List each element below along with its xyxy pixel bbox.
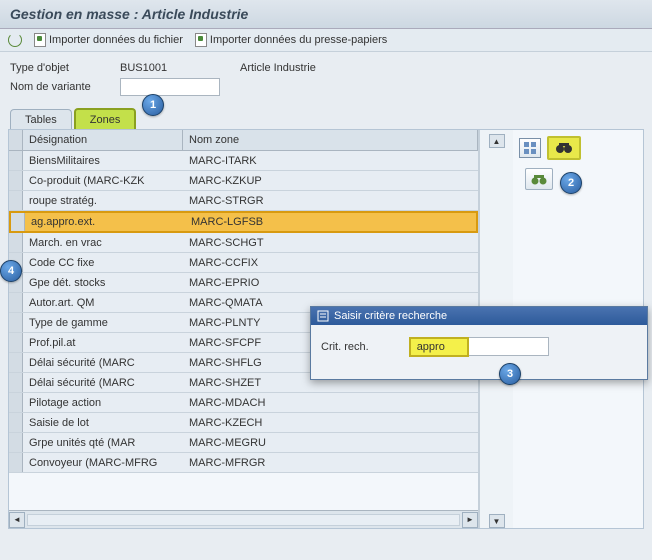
row-selector[interactable] [9, 151, 23, 170]
scroll-right-icon[interactable]: ► [462, 512, 478, 528]
toolbar: Importer données du fichier Importer don… [0, 29, 652, 52]
row-selector[interactable] [9, 393, 23, 412]
row-selector[interactable] [9, 191, 23, 210]
row-selector[interactable] [9, 233, 23, 252]
cell-zone: MARC-KZKUP [183, 173, 478, 189]
tab-tables[interactable]: Tables [10, 109, 72, 129]
cell-zone: MARC-SCHGT [183, 235, 478, 251]
cell-designation: Autor.art. QM [23, 295, 183, 311]
cell-designation: BiensMilitaires [23, 153, 183, 169]
h-scrollbar[interactable]: ◄ ► [9, 510, 478, 528]
cell-designation: March. en vrac [23, 235, 183, 251]
window-title: Gestion en masse : Article Industrie [0, 0, 652, 29]
refresh-button[interactable] [8, 33, 22, 47]
import-clipboard-button[interactable]: Importer données du presse-papiers [195, 33, 387, 47]
import-clipboard-label: Importer données du presse-papiers [210, 34, 387, 46]
row-selector[interactable] [9, 313, 23, 332]
cell-zone: MARC-MEGRU [183, 435, 478, 451]
cell-zone: MARC-MDACH [183, 395, 478, 411]
cell-designation: Grpe unités qté (MAR [23, 435, 183, 451]
object-type-label: Type d'objet [10, 62, 120, 74]
callout-3: 3 [499, 363, 521, 385]
grid-icon [524, 142, 536, 154]
dialog-title-bar: Saisir critère recherche [311, 307, 647, 325]
row-selector[interactable] [9, 373, 23, 392]
table-row[interactable]: Co-produit (MARC-KZKMARC-KZKUP [9, 171, 478, 191]
col-zone[interactable]: Nom zone [183, 130, 478, 150]
col-select[interactable] [9, 130, 23, 150]
callout-4: 4 [0, 260, 22, 282]
row-selector[interactable] [9, 171, 23, 190]
table-row[interactable]: Gpe dét. stocksMARC-EPRIO [9, 273, 478, 293]
cell-zone: MARC-LGFSB [185, 214, 476, 230]
cell-designation: Convoyeur (MARC-MFRG [23, 455, 183, 471]
cell-designation: ag.appro.ext. [25, 214, 185, 230]
binoculars-icon [531, 174, 547, 185]
refresh-icon [8, 33, 22, 47]
clipboard-icon [195, 33, 207, 47]
scroll-up-icon[interactable]: ▲ [489, 134, 505, 148]
cell-zone: MARC-KZECH [183, 415, 478, 431]
cell-designation: Co-produit (MARC-KZK [23, 173, 183, 189]
cell-designation: Délai sécurité (MARC [23, 355, 183, 371]
criteria-label: Crit. rech. [321, 341, 369, 353]
search-dialog: Saisir critère recherche Crit. rech. app… [310, 306, 648, 380]
cell-designation: Saisie de lot [23, 415, 183, 431]
cell-zone: MARC-STRGR [183, 193, 478, 209]
cell-designation: Code CC fixe [23, 255, 183, 271]
document-icon [34, 33, 46, 47]
cell-zone: MARC-MFRGR [183, 455, 478, 471]
cell-designation: Délai sécurité (MARC [23, 375, 183, 391]
callout-2: 2 [560, 172, 582, 194]
scroll-left-icon[interactable]: ◄ [9, 512, 25, 528]
table-row[interactable]: ag.appro.ext.MARC-LGFSB [9, 211, 478, 233]
row-selector[interactable] [9, 453, 23, 472]
criteria-input-extra[interactable] [469, 337, 549, 356]
table-row[interactable]: BiensMilitairesMARC-ITARK [9, 151, 478, 171]
import-file-button[interactable]: Importer données du fichier [34, 33, 183, 47]
row-selector[interactable] [9, 333, 23, 352]
row-selector[interactable] [9, 413, 23, 432]
cell-designation: Gpe dét. stocks [23, 275, 183, 291]
tab-zones[interactable]: Zones [74, 108, 137, 129]
form: Type d'objet BUS1001 Article Industrie N… [0, 52, 652, 102]
variant-input[interactable] [120, 78, 220, 96]
import-file-label: Importer données du fichier [49, 34, 183, 46]
search-dialog-icon [317, 310, 329, 322]
cell-designation: roupe stratég. [23, 193, 183, 209]
scroll-down-icon[interactable]: ▼ [489, 514, 505, 528]
row-selector[interactable] [9, 433, 23, 452]
row-selector[interactable] [9, 293, 23, 312]
grid-view-button[interactable] [519, 138, 541, 158]
table-row[interactable]: roupe stratég.MARC-STRGR [9, 191, 478, 211]
variant-label: Nom de variante [10, 81, 120, 93]
cell-designation: Type de gamme [23, 315, 183, 331]
table-row[interactable]: Grpe unités qté (MARMARC-MEGRU [9, 433, 478, 453]
row-selector[interactable] [9, 353, 23, 372]
dialog-title: Saisir critère recherche [334, 310, 447, 322]
table-row[interactable]: Saisie de lotMARC-KZECH [9, 413, 478, 433]
table-row[interactable]: Code CC fixeMARC-CCFIX [9, 253, 478, 273]
table-row[interactable]: Pilotage actionMARC-MDACH [9, 393, 478, 413]
search-next-button[interactable] [525, 168, 553, 190]
tabs: Tables Zones 1 [10, 108, 652, 129]
cell-zone: MARC-EPRIO [183, 275, 478, 291]
callout-1: 1 [142, 94, 164, 116]
row-selector[interactable] [11, 213, 25, 231]
object-type-desc: Article Industrie [240, 62, 316, 74]
cell-designation: Pilotage action [23, 395, 183, 411]
col-designation[interactable]: Désignation [23, 130, 183, 150]
table-row[interactable]: March. en vracMARC-SCHGT [9, 233, 478, 253]
criteria-input[interactable]: appro [409, 337, 469, 357]
cell-designation: Prof.pil.at [23, 335, 183, 351]
object-type-value: BUS1001 [120, 62, 220, 74]
search-button[interactable] [547, 136, 581, 160]
table-row[interactable]: Convoyeur (MARC-MFRGMARC-MFRGR [9, 453, 478, 473]
cell-zone: MARC-CCFIX [183, 255, 478, 271]
cell-zone: MARC-ITARK [183, 153, 478, 169]
binoculars-icon [555, 142, 573, 154]
